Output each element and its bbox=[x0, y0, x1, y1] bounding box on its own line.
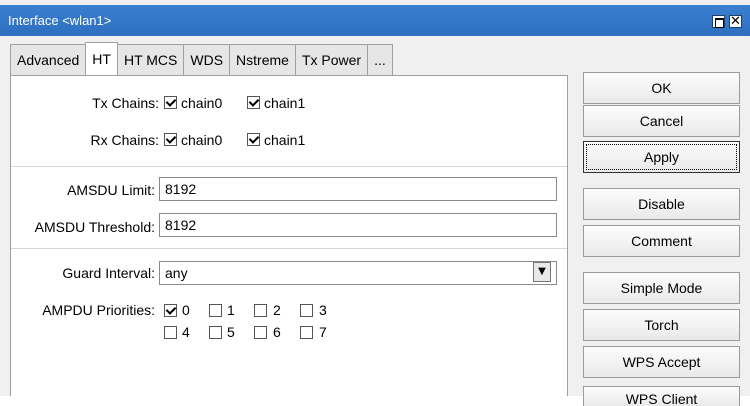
rx-chain0-checkbox[interactable] bbox=[164, 133, 177, 146]
tx-chains-label: Tx Chains: bbox=[92, 95, 159, 111]
ampdu-priority-7-checkbox[interactable] bbox=[300, 326, 313, 339]
ampdu-priority-1-checkbox[interactable] bbox=[209, 304, 222, 317]
restore-icon[interactable] bbox=[712, 15, 725, 28]
ampdu-priority-3-label: 3 bbox=[319, 302, 327, 318]
tab-advanced[interactable]: Advanced bbox=[10, 44, 87, 75]
ampdu-priority-6-label: 6 bbox=[273, 324, 281, 340]
tab-ht[interactable]: HT bbox=[85, 42, 118, 75]
ok-button[interactable]: OK bbox=[583, 72, 740, 104]
dropdown-arrow-icon[interactable]: ▼ bbox=[533, 262, 551, 282]
tx-chain0-label: chain0 bbox=[181, 95, 223, 111]
ampdu-priority-3-checkbox[interactable] bbox=[300, 304, 313, 317]
guard-interval-select[interactable]: any bbox=[159, 261, 557, 285]
wps-client-button[interactable]: WPS Client bbox=[583, 386, 740, 406]
amsdu-limit-label: AMSDU Limit: bbox=[67, 182, 155, 198]
ampdu-priority-0-label: 0 bbox=[182, 302, 190, 318]
ampdu-priorities-label: AMPDU Priorities: bbox=[42, 302, 155, 318]
tx-chain0-checkbox[interactable] bbox=[164, 96, 177, 109]
ampdu-priority-7-label: 7 bbox=[319, 324, 327, 340]
tab-wds[interactable]: WDS bbox=[183, 44, 231, 75]
ampdu-priority-1-label: 1 bbox=[227, 302, 235, 318]
amsdu-threshold-label: AMSDU Threshold: bbox=[34, 219, 155, 235]
amsdu-threshold-input[interactable]: 8192 bbox=[159, 213, 557, 237]
tab-more[interactable]: ... bbox=[367, 44, 393, 75]
tab-nstreme[interactable]: Nstreme bbox=[229, 44, 296, 75]
tab-ht-mcs[interactable]: HT MCS bbox=[116, 44, 185, 75]
ampdu-priority-5-checkbox[interactable] bbox=[209, 326, 222, 339]
tab-bar: Advanced HT HT MCS WDS Nstreme Tx Power … bbox=[10, 42, 393, 76]
comment-button[interactable]: Comment bbox=[583, 225, 740, 257]
simple-mode-button[interactable]: Simple Mode bbox=[583, 272, 740, 304]
guard-interval-label: Guard Interval: bbox=[62, 265, 155, 281]
ampdu-priority-2-checkbox[interactable] bbox=[254, 304, 267, 317]
disable-button[interactable]: Disable bbox=[583, 188, 740, 220]
apply-button[interactable]: Apply bbox=[583, 141, 740, 173]
ampdu-priority-5-label: 5 bbox=[227, 324, 235, 340]
ampdu-priority-6-checkbox[interactable] bbox=[254, 326, 267, 339]
tx-chain1-label: chain1 bbox=[264, 95, 306, 111]
interface-window: Interface <wlan1> ✕ Advanced HT HT MCS W… bbox=[0, 0, 750, 406]
rx-chain1-label: chain1 bbox=[264, 132, 306, 148]
tx-chain1-checkbox[interactable] bbox=[247, 96, 260, 109]
ampdu-priority-4-label: 4 bbox=[182, 324, 190, 340]
window-title: Interface <wlan1> bbox=[8, 13, 112, 28]
ampdu-priority-4-checkbox[interactable] bbox=[164, 326, 177, 339]
ampdu-priority-0-checkbox[interactable] bbox=[164, 304, 177, 317]
torch-button[interactable]: Torch bbox=[583, 309, 740, 341]
title-bar[interactable]: Interface <wlan1> ✕ bbox=[0, 5, 750, 36]
separator bbox=[11, 248, 567, 249]
close-icon[interactable]: ✕ bbox=[729, 15, 742, 28]
wps-accept-button[interactable]: WPS Accept bbox=[583, 346, 740, 378]
ampdu-priority-2-label: 2 bbox=[273, 302, 281, 318]
separator bbox=[11, 166, 567, 167]
rx-chains-label: Rx Chains: bbox=[90, 132, 159, 148]
tab-tx-power[interactable]: Tx Power bbox=[294, 44, 369, 75]
amsdu-limit-input[interactable]: 8192 bbox=[159, 177, 557, 201]
cancel-button[interactable]: Cancel bbox=[583, 105, 740, 137]
ht-panel: Tx Chains: chain0 chain1 Rx Chains: chai… bbox=[10, 75, 568, 396]
rx-chain1-checkbox[interactable] bbox=[247, 133, 260, 146]
rx-chain0-label: chain0 bbox=[181, 132, 223, 148]
